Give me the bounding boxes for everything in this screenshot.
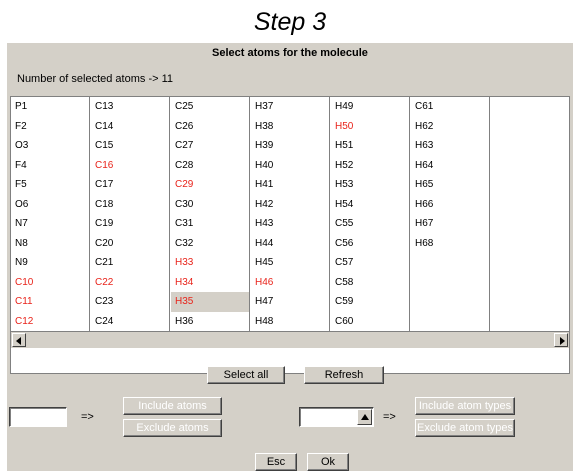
- atom-cell[interactable]: C30: [171, 195, 249, 215]
- atom-cell[interactable]: C55: [331, 214, 409, 234]
- atom-cell[interactable]: C58: [331, 273, 409, 293]
- atom-cell[interactable]: C29: [171, 175, 249, 195]
- atom-cell[interactable]: H48: [251, 312, 329, 332]
- atom-column: P1 F2 O3 F4 F5 O6 N7 N8 N9 C10 C11 C12: [11, 97, 90, 331]
- atom-cell[interactable]: H63: [411, 136, 489, 156]
- atom-cell[interactable]: C56: [331, 234, 409, 254]
- atom-cell[interactable]: H42: [251, 195, 329, 215]
- atom-cell[interactable]: C59: [331, 292, 409, 312]
- atom-cell[interactable]: C16: [91, 156, 169, 176]
- atom-cell[interactable]: C26: [171, 117, 249, 137]
- atom-cell[interactable]: C11: [11, 292, 89, 312]
- atom-cell[interactable]: H68: [411, 234, 489, 254]
- atom-cell[interactable]: F4: [11, 156, 89, 176]
- atom-cell[interactable]: N8: [11, 234, 89, 254]
- atoms-input[interactable]: [9, 407, 67, 427]
- atom-cell[interactable]: C23: [91, 292, 169, 312]
- select-atoms-dialog: Select atoms for the molecule Number of …: [7, 43, 573, 471]
- include-atoms-button[interactable]: Include atoms: [123, 397, 222, 415]
- atom-cell[interactable]: C32: [171, 234, 249, 254]
- ok-button[interactable]: Ok: [307, 453, 349, 471]
- atom-cell[interactable]: H51: [331, 136, 409, 156]
- esc-button[interactable]: Esc: [255, 453, 297, 471]
- atom-cell[interactable]: C25: [171, 97, 249, 117]
- atom-cell[interactable]: C19: [91, 214, 169, 234]
- atom-cell[interactable]: C61: [411, 97, 489, 117]
- atom-types-arrow: =>: [383, 411, 396, 423]
- atom-cell[interactable]: H47: [251, 292, 329, 312]
- atom-cell[interactable]: C22: [91, 273, 169, 293]
- exclude-atom-types-button[interactable]: Exclude atom types: [415, 419, 515, 437]
- atom-cell[interactable]: C57: [331, 253, 409, 273]
- atom-cell[interactable]: H64: [411, 156, 489, 176]
- atom-cell[interactable]: H67: [411, 214, 489, 234]
- atom-cell[interactable]: C15: [91, 136, 169, 156]
- atom-column: C25 C26 C27 C28 C29 C30 C31 C32 H33 H34 H35 H36: [171, 97, 250, 331]
- refresh-button[interactable]: Refresh: [304, 366, 384, 384]
- atom-cell[interactable]: H66: [411, 195, 489, 215]
- atom-cell[interactable]: H50: [331, 117, 409, 137]
- atoms-arrow: =>: [81, 411, 94, 423]
- atom-cell[interactable]: C31: [171, 214, 249, 234]
- atom-cell[interactable]: H37: [251, 97, 329, 117]
- atom-cell[interactable]: C18: [91, 195, 169, 215]
- atom-cell[interactable]: C27: [171, 136, 249, 156]
- atom-cell[interactable]: C60: [331, 312, 409, 332]
- atom-cell[interactable]: F5: [11, 175, 89, 195]
- atom-cell[interactable]: H33: [171, 253, 249, 273]
- atom-cell[interactable]: O6: [11, 195, 89, 215]
- atom-cell[interactable]: H46: [251, 273, 329, 293]
- atom-column: [491, 97, 570, 331]
- atom-cell[interactable]: H44: [251, 234, 329, 254]
- atom-column: C61 H62 H63 H64 H65 H66 H67 H68: [411, 97, 490, 331]
- atom-cell[interactable]: N9: [11, 253, 89, 273]
- atom-cell[interactable]: C21: [91, 253, 169, 273]
- atom-cell[interactable]: H49: [331, 97, 409, 117]
- atom-cell[interactable]: H35: [171, 292, 249, 312]
- atom-cell[interactable]: H43: [251, 214, 329, 234]
- arrow-right-icon: [560, 337, 565, 345]
- atom-cell[interactable]: H41: [251, 175, 329, 195]
- atom-cell[interactable]: H52: [331, 156, 409, 176]
- atom-cell[interactable]: H40: [251, 156, 329, 176]
- atom-cell[interactable]: H38: [251, 117, 329, 137]
- atom-cell[interactable]: C17: [91, 175, 169, 195]
- arrow-left-icon: [16, 337, 21, 345]
- atom-cell[interactable]: F2: [11, 117, 89, 137]
- atom-cell[interactable]: C13: [91, 97, 169, 117]
- atom-column: C13 C14 C15 C16 C17 C18 C19 C20 C21 C22 C23 C24: [91, 97, 170, 331]
- exclude-atoms-button[interactable]: Exclude atoms: [123, 419, 222, 437]
- atom-column: H49 H50 H51 H52 H53 H54 C55 C56 C57 C58 C59 C60: [331, 97, 410, 331]
- include-atom-types-button[interactable]: Include atom types: [415, 397, 515, 415]
- atom-cell[interactable]: C24: [91, 312, 169, 332]
- atom-cell[interactable]: H62: [411, 117, 489, 137]
- selected-count-label: Number of selected atoms -> 11: [17, 73, 174, 85]
- atom-cell[interactable]: C14: [91, 117, 169, 137]
- scroll-left-button[interactable]: [12, 333, 26, 347]
- scroll-right-button[interactable]: [554, 333, 568, 347]
- atom-grid: P1 F2 O3 F4 F5 O6 N7 N8 N9 C10 C11 C12 C13 C14 C15 C16 C…: [10, 96, 570, 374]
- atom-type-dropdown[interactable]: [299, 407, 374, 427]
- atom-cell[interactable]: H39: [251, 136, 329, 156]
- atom-cell[interactable]: H54: [331, 195, 409, 215]
- atom-cell[interactable]: C12: [11, 312, 89, 332]
- dropdown-button[interactable]: [357, 409, 372, 425]
- atom-cell[interactable]: C20: [91, 234, 169, 254]
- atom-cell[interactable]: N7: [11, 214, 89, 234]
- dialog-title: Select atoms for the molecule: [212, 47, 368, 59]
- atom-cell[interactable]: C28: [171, 156, 249, 176]
- select-all-button[interactable]: Select all: [207, 366, 285, 384]
- atom-cell[interactable]: H53: [331, 175, 409, 195]
- atom-cell[interactable]: H36: [171, 312, 249, 332]
- arrow-up-icon: [361, 414, 369, 420]
- step-title: Step 3: [253, 8, 327, 36]
- atom-cell[interactable]: P1: [11, 97, 89, 117]
- horizontal-scrollbar[interactable]: [11, 331, 569, 348]
- atom-cell[interactable]: H34: [171, 273, 249, 293]
- atom-cell[interactable]: H65: [411, 175, 489, 195]
- atom-cell[interactable]: O3: [11, 136, 89, 156]
- atom-cell[interactable]: H45: [251, 253, 329, 273]
- atom-cell[interactable]: C10: [11, 273, 89, 293]
- atom-column: H37 H38 H39 H40 H41 H42 H43 H44 H45 H46 H47 H48: [251, 97, 330, 331]
